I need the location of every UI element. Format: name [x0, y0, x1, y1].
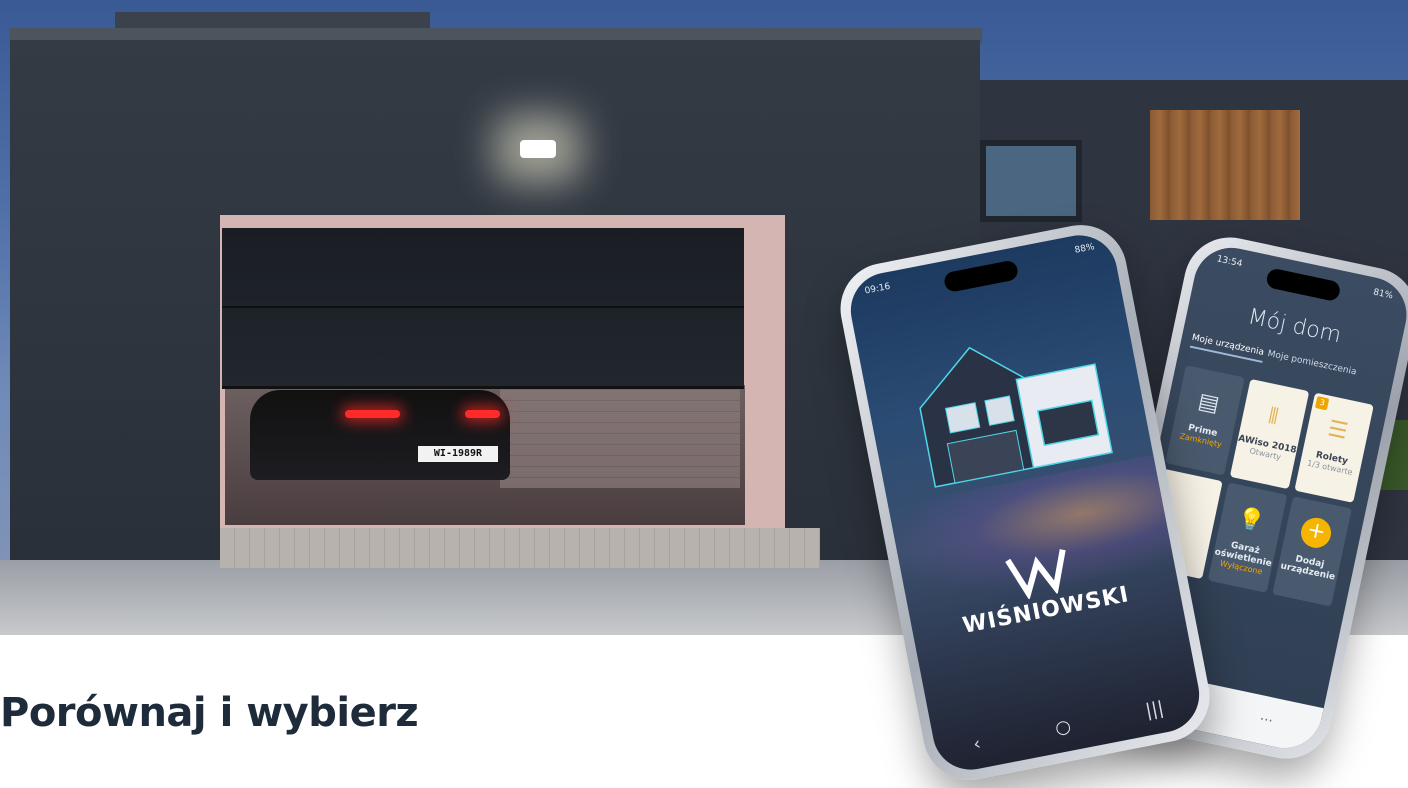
- back-icon[interactable]: ‹: [971, 733, 982, 755]
- tail-light: [345, 410, 400, 418]
- battery-level: 81%: [1372, 287, 1394, 302]
- tab-my-devices[interactable]: Moje urządzenia: [1189, 332, 1265, 363]
- android-nav-bar: ‹ ○ |||: [931, 676, 1206, 777]
- add-icon: +: [1298, 515, 1334, 551]
- status-time: 09:16: [863, 281, 892, 297]
- garage-door-icon: ▤: [1195, 388, 1222, 418]
- home-icon[interactable]: ○: [1053, 715, 1072, 739]
- status-time: 13:54: [1215, 254, 1244, 270]
- gate-icon: ⫴: [1266, 403, 1281, 431]
- device-tile-rolety[interactable]: 3 ☰ Rolety 1/3 otwarte: [1294, 392, 1374, 503]
- tail-light: [465, 410, 500, 418]
- count-badge: 3: [1314, 396, 1330, 411]
- driveway: [220, 528, 820, 568]
- license-plate: WI-1989R: [418, 446, 498, 462]
- recents-icon[interactable]: |||: [1144, 697, 1166, 721]
- add-device-tile[interactable]: + Dodaj urządzenie: [1272, 496, 1352, 607]
- sectional-garage-door: [222, 228, 744, 389]
- bulb-icon: 💡: [1235, 505, 1268, 536]
- device-name: Dodaj urządzenie: [1279, 554, 1336, 583]
- car: WI-1989R: [250, 390, 510, 480]
- tab-my-rooms[interactable]: Moje pomieszczenia: [1266, 349, 1358, 382]
- blinds-icon: ☰: [1325, 416, 1350, 445]
- page-title: Porównaj i wybierz: [0, 690, 419, 736]
- wall-lamp: [520, 140, 556, 158]
- battery-level: 88%: [1073, 242, 1096, 256]
- more-icon[interactable]: ···: [1258, 711, 1274, 729]
